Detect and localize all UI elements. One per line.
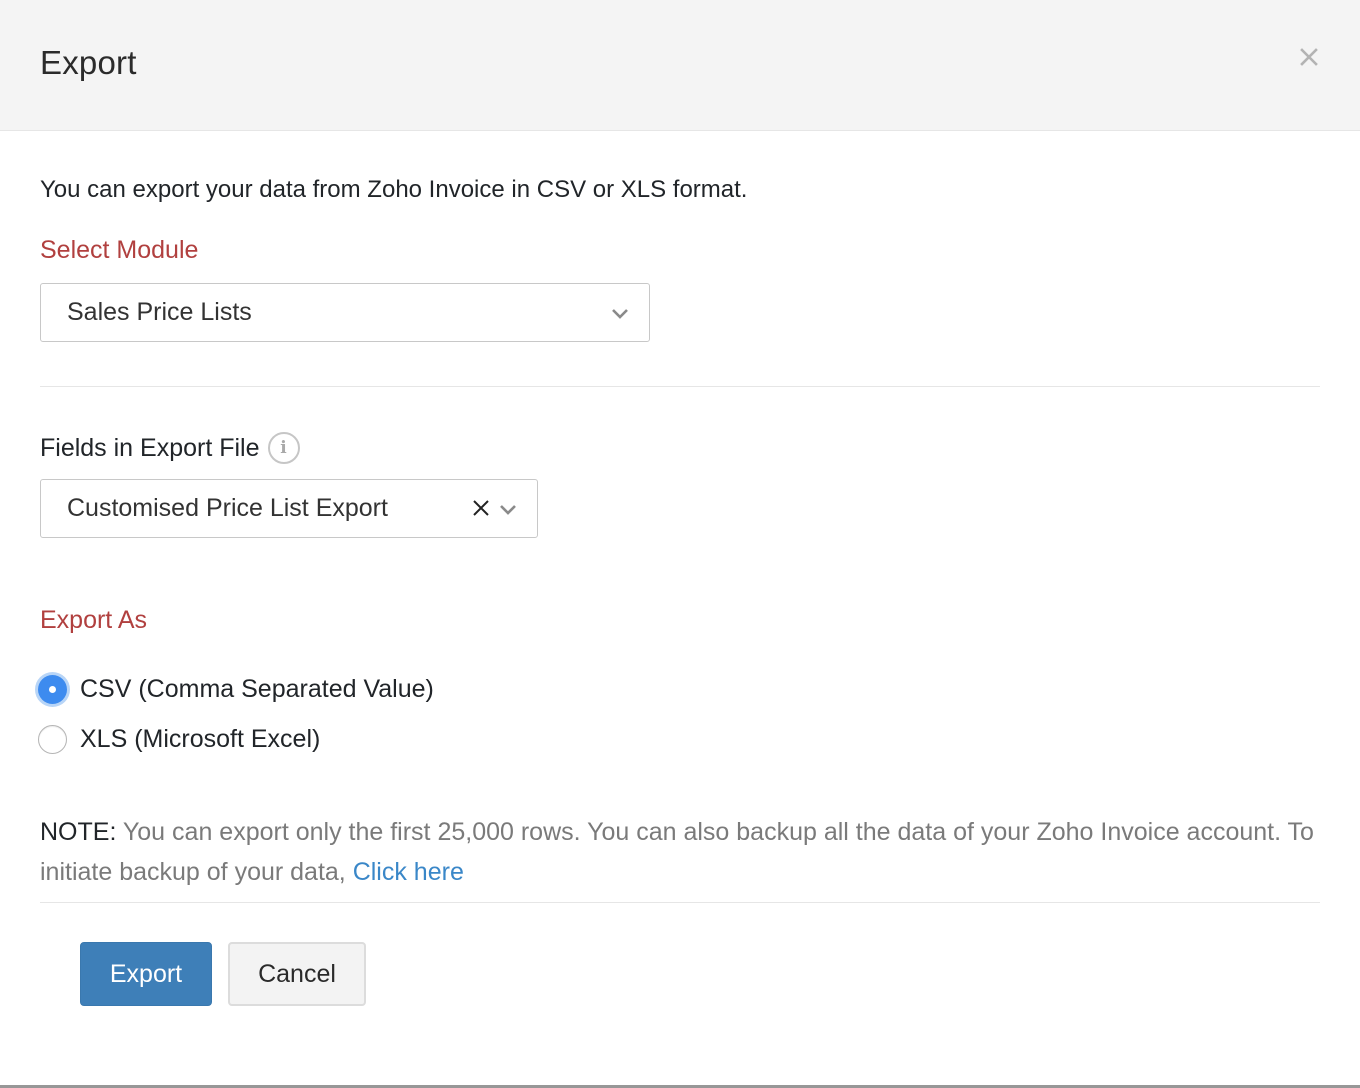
intro-text: You can export your data from Zoho Invoi…: [40, 176, 748, 203]
fields-label-row: Fields in Export File i: [40, 432, 300, 464]
radio-label: XLS (Microsoft Excel): [80, 725, 321, 753]
export-as-label: Export As: [40, 606, 147, 634]
close-icon: [1300, 48, 1318, 66]
select-module-label: Select Module: [40, 236, 199, 264]
divider: [40, 902, 1320, 903]
radio-button-checked[interactable]: [38, 675, 67, 704]
backup-link[interactable]: Click here: [353, 858, 464, 886]
modal-header: Export: [0, 0, 1360, 131]
radio-label: CSV (Comma Separated Value): [80, 675, 434, 703]
chevron-down-icon: [612, 309, 628, 319]
fields-label: Fields in Export File: [40, 433, 260, 462]
fields-select[interactable]: Customised Price List Export: [40, 479, 538, 538]
fields-select-value: Customised Price List Export: [67, 494, 388, 522]
module-select-value: Sales Price Lists: [67, 298, 252, 326]
radio-option-xls[interactable]: XLS (Microsoft Excel): [38, 725, 320, 754]
note-text: NOTE: You can export only the first 25,0…: [40, 812, 1330, 892]
radio-option-csv[interactable]: CSV (Comma Separated Value): [38, 675, 434, 704]
chevron-down-icon: [500, 505, 516, 515]
cancel-button[interactable]: Cancel: [228, 942, 366, 1006]
note-body: You can export only the first 25,000 row…: [40, 818, 1314, 886]
info-icon[interactable]: i: [267, 432, 300, 464]
divider: [40, 386, 1320, 387]
export-button[interactable]: Export: [80, 942, 212, 1006]
note-prefix: NOTE:: [40, 818, 117, 846]
module-select[interactable]: Sales Price Lists: [40, 283, 650, 342]
clear-icon[interactable]: [471, 498, 491, 518]
close-button[interactable]: [1296, 44, 1322, 70]
radio-button-unchecked[interactable]: [38, 725, 67, 754]
modal-title: Export: [40, 44, 137, 81]
